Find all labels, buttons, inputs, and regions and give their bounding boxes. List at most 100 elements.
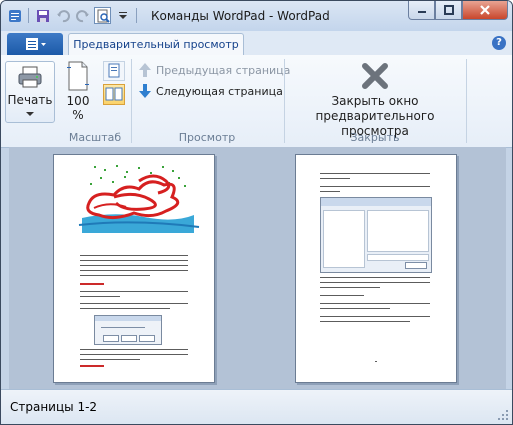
printer-icon (18, 66, 42, 88)
text-line (80, 265, 188, 266)
zoom-value-number: 100 (66, 94, 90, 108)
text-line (80, 359, 140, 360)
zoom-value: 100 % (61, 94, 95, 122)
text-line (320, 277, 430, 278)
resize-grip-icon[interactable] (498, 410, 508, 420)
embedded-button (103, 335, 119, 342)
print-dropdown-icon (26, 112, 34, 116)
close-group-label: Закрыть (350, 131, 400, 144)
redo-icon[interactable] (74, 7, 91, 24)
prev-page-label: Предыдущая страница (156, 63, 291, 77)
text-line (320, 316, 430, 317)
quick-access-toolbar (6, 7, 139, 24)
text-line (320, 191, 340, 192)
embedded-button (405, 262, 427, 269)
title-bar: Команды WordPad - WordPad (1, 1, 512, 31)
embedded-field (367, 254, 429, 261)
preview-area[interactable] (9, 147, 506, 390)
text-line (320, 308, 390, 309)
app-menu-icon (26, 38, 46, 50)
text-line (80, 275, 150, 276)
embedded-dialog-titlebar (95, 316, 161, 321)
text-line (320, 287, 380, 288)
close-x-icon (362, 63, 388, 89)
embedded-dialog-image (94, 315, 162, 345)
close-preview-label-line1: Закрыть окно (331, 94, 419, 108)
print-label: Печать (7, 93, 53, 107)
text-line (320, 173, 430, 174)
status-bar: Страницы 1-2 (1, 389, 512, 424)
close-group: Закрыть окно предварительного просмотра … (285, 55, 465, 147)
text-line (80, 296, 120, 297)
red-text-line (80, 365, 104, 367)
tab-print-preview[interactable]: Предварительный просмотр (68, 33, 244, 56)
zoom-group-label: Масштаб (68, 131, 122, 144)
text-line (320, 186, 430, 187)
print-preview-icon[interactable] (94, 7, 111, 24)
one-page-button[interactable] (103, 61, 125, 81)
preview-page-2[interactable] (295, 154, 457, 383)
one-page-icon (108, 63, 120, 78)
arrow-up-icon (139, 63, 151, 77)
text-line (320, 303, 430, 304)
close-button[interactable] (462, 1, 508, 20)
text-line (320, 295, 364, 296)
zoom-group: 100 % Масштаб (59, 55, 131, 147)
wordpad-window: Команды WordPad - WordPad Предварительны… (0, 0, 513, 425)
next-page-button[interactable]: Следующая страница (138, 83, 283, 99)
ribbon: Печать 100 % Масштаб Предыдущая страница… (1, 55, 512, 148)
text-line (80, 260, 188, 261)
text-line (80, 308, 170, 309)
qat-separator (28, 8, 29, 23)
two-page-button[interactable] (103, 84, 125, 105)
red-text-line (80, 283, 104, 285)
text-line (80, 270, 188, 271)
undo-icon[interactable] (54, 7, 71, 24)
next-page-label: Следующая страница (156, 84, 283, 98)
group-separator (466, 59, 467, 143)
page-1-drawing (78, 165, 200, 233)
close-icon (480, 5, 490, 15)
close-preview-button[interactable]: Закрыть окно предварительного просмотра (289, 61, 461, 139)
embedded-button (139, 335, 155, 342)
ribbon-tab-row: Предварительный просмотр ? (1, 31, 512, 56)
zoom-button[interactable]: 100 % (61, 61, 95, 122)
preview-page-1[interactable] (53, 154, 215, 383)
page-icon (67, 61, 89, 91)
view-group: Предыдущая страница Следующая страница П… (132, 55, 290, 147)
maximize-button[interactable] (435, 1, 462, 20)
text-line (80, 354, 188, 355)
text-line (320, 321, 410, 322)
window-title: Команды WordPad - WordPad (151, 9, 330, 23)
app-icon[interactable] (6, 7, 23, 24)
text-line (101, 327, 145, 328)
qat-separator (136, 8, 137, 23)
text-line (80, 349, 188, 350)
text-line (80, 291, 188, 292)
page-number-mark (375, 361, 377, 362)
help-icon[interactable]: ? (492, 36, 506, 50)
minimize-button[interactable] (408, 1, 435, 20)
prev-page-button[interactable]: Предыдущая страница (138, 62, 290, 78)
view-group-label: Просмотр (178, 131, 236, 144)
print-group: Печать (1, 55, 59, 147)
print-button[interactable]: Печать (5, 61, 55, 123)
qat-dropdown-icon[interactable] (114, 7, 131, 24)
embedded-screenshot-titlebar (321, 198, 431, 206)
text-line (80, 303, 188, 304)
text-line (320, 178, 350, 179)
embedded-file-list (367, 210, 429, 252)
maximize-icon (443, 5, 454, 15)
arrow-down-icon (139, 84, 151, 98)
two-page-icon (105, 87, 123, 101)
minimize-icon (417, 11, 426, 13)
embedded-sidebar (323, 210, 365, 268)
embedded-button (121, 335, 137, 342)
app-menu-button[interactable] (7, 33, 63, 55)
window-buttons (408, 1, 508, 20)
text-line (80, 255, 188, 256)
status-pages: Страницы 1-2 (10, 400, 98, 414)
embedded-screenshot-image (320, 197, 432, 273)
save-icon[interactable] (34, 7, 51, 24)
text-line (320, 282, 430, 283)
